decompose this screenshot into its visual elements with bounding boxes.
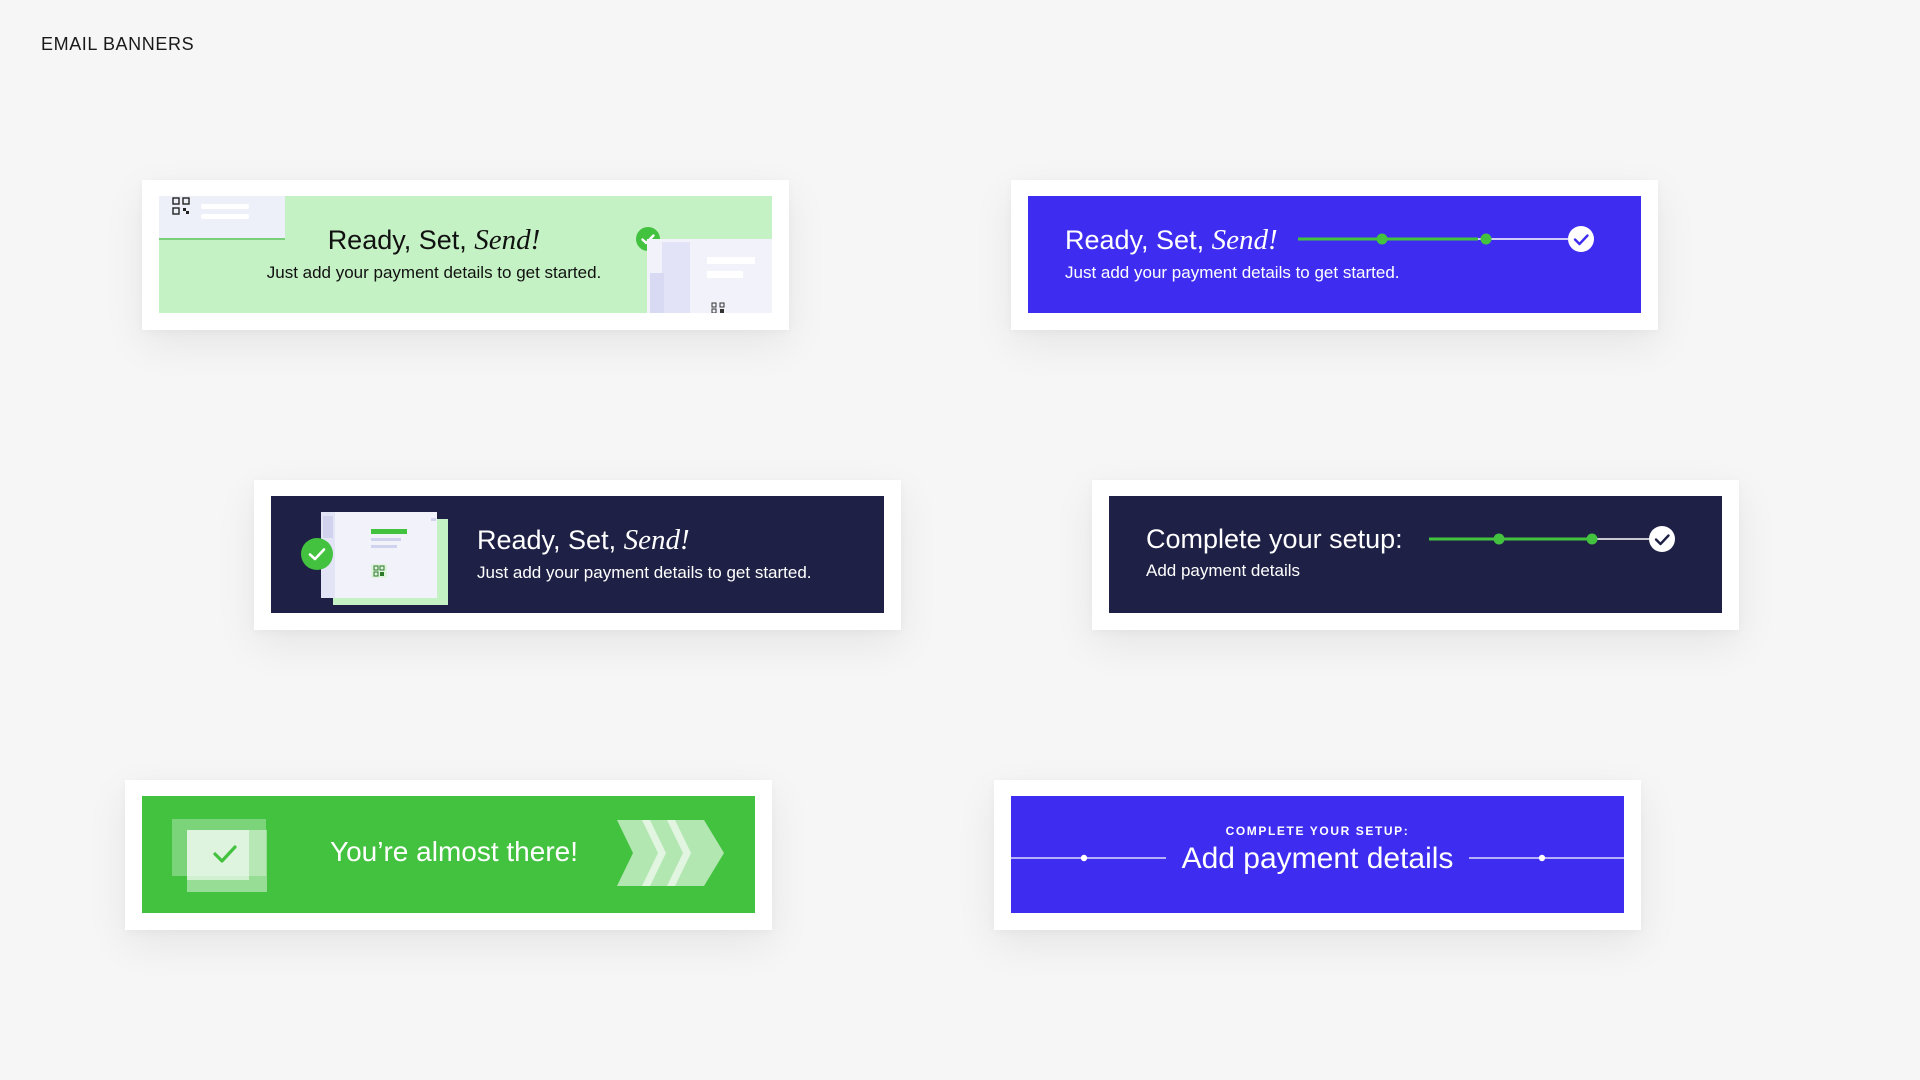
qr-code-icon: [172, 197, 190, 215]
banner-text: Ready, Set, Send! Just add your payment …: [159, 224, 709, 283]
banner-purple-progress[interactable]: Ready, Set, Send! Just add your payment …: [1028, 196, 1641, 313]
qr-code-icon: [711, 302, 725, 313]
banner-card-navy-illustrated[interactable]: Ready, Set, Send! Just add your payment …: [254, 480, 901, 630]
banner-card-navy-progress[interactable]: Complete your setup: Add payment details: [1092, 480, 1739, 630]
browser-illustration-icon: [301, 512, 448, 605]
banner-card-purple-centered[interactable]: COMPLETE YOUR SETUP: Add payment details: [994, 780, 1641, 930]
illustration-panel: [647, 239, 772, 313]
banner-text: Ready, Set, Send! Just add your payment …: [477, 524, 812, 583]
progress-track-icon: [1429, 526, 1675, 552]
page-title: EMAIL BANNERS: [41, 34, 195, 54]
progress-track-icon: [1298, 226, 1594, 252]
divider-line-icon: [1011, 854, 1624, 862]
banner-green-illustrated[interactable]: Ready, Set, Send! Just add your payment …: [159, 196, 772, 313]
chevron-arrows-icon: [617, 820, 724, 886]
headline: Ready, Set, Send!: [327, 224, 541, 256]
banner-purple-centered[interactable]: COMPLETE YOUR SETUP: Add payment details: [1011, 796, 1624, 913]
headline: Ready, Set, Send!: [477, 524, 690, 556]
banner-green-almost[interactable]: You’re almost there!: [142, 796, 755, 913]
banner-card-green-almost[interactable]: You’re almost there!: [125, 780, 772, 930]
subline: Just add your payment details to get sta…: [477, 563, 812, 582]
banner-card-green-illustrated[interactable]: Ready, Set, Send! Just add your payment …: [142, 180, 789, 330]
banner-navy-illustrated[interactable]: Ready, Set, Send! Just add your payment …: [271, 496, 884, 613]
subline: Just add your payment details to get sta…: [266, 263, 602, 282]
banner-navy-progress[interactable]: Complete your setup: Add payment details: [1109, 496, 1722, 613]
banner-card-purple-progress[interactable]: Ready, Set, Send! Just add your payment …: [1011, 180, 1658, 330]
